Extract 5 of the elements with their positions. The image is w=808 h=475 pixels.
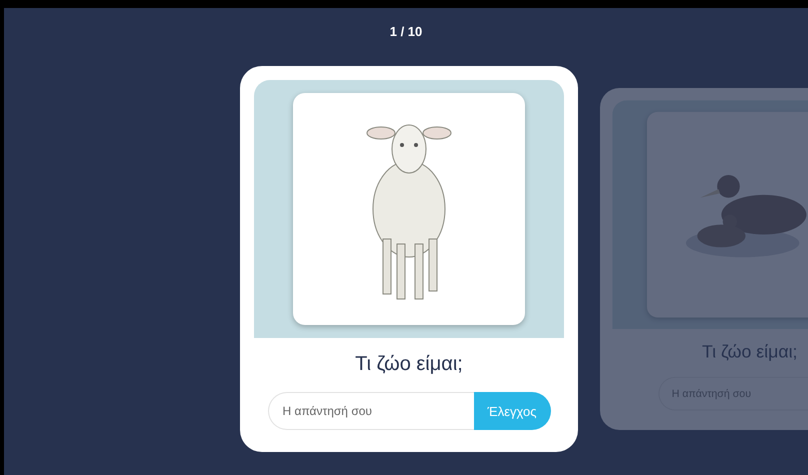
question-text: Τι ζώο είμαι;	[702, 341, 798, 363]
question-text: Τι ζώο είμαι;	[355, 352, 463, 376]
check-button[interactable]: Έλεγχος	[474, 392, 550, 430]
slide-counter: 1 / 10	[388, 23, 424, 41]
answer-field[interactable]: Η απάντησή σου	[268, 392, 474, 430]
